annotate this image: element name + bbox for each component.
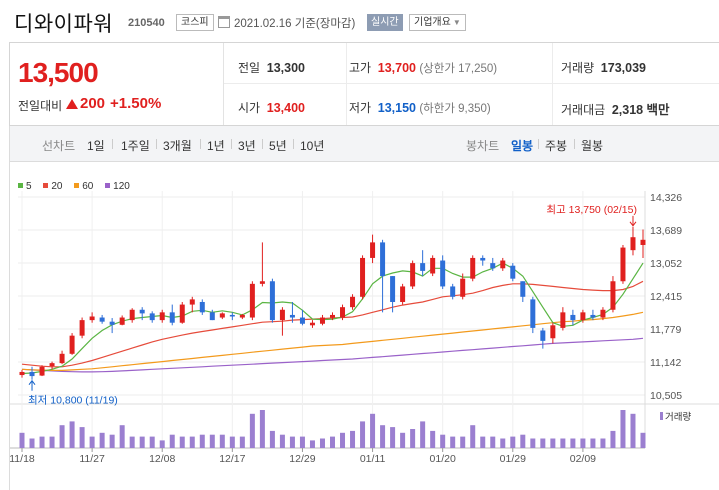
legend-swatch	[18, 183, 23, 188]
open-stat: 시가 13,400	[238, 99, 305, 116]
change-rate: +1.50%	[110, 95, 162, 112]
separator	[156, 139, 157, 149]
period-1y[interactable]: 1년	[207, 137, 225, 154]
price-info-box: 13,500 전일대비 200 +1.50% 전일 13,300 고가 13,7…	[9, 42, 719, 126]
amount-label: 거래대금	[561, 103, 606, 117]
legend-ma60-label: 60	[82, 181, 94, 192]
legend-ma120-label: 120	[113, 181, 130, 192]
low-value: 13,150	[377, 101, 416, 115]
open-value: 13,400	[266, 101, 305, 115]
prev-close-stat: 전일 13,300	[238, 59, 305, 76]
high-value: 13,700	[377, 61, 416, 75]
company-overview-label: 기업개요	[414, 17, 451, 28]
amount-stat: 거래대금 2,318 백만	[561, 99, 669, 118]
current-price-area: 13,500 전일대비 200 +1.50%	[10, 43, 224, 125]
period-1d[interactable]: 1일	[87, 137, 105, 154]
lower-limit: (하한가 9,350)	[419, 103, 491, 115]
realtime-button[interactable]: 실시간	[367, 14, 403, 31]
separator	[262, 139, 263, 149]
candle-daily[interactable]: 일봉	[511, 137, 533, 154]
legend-ma5: 5	[18, 181, 32, 192]
prev-close-value: 13,300	[266, 61, 305, 75]
period-10y[interactable]: 10년	[300, 137, 324, 154]
separator	[200, 139, 201, 149]
volume-value: 173,039	[600, 61, 646, 75]
prev-close-label: 전일	[238, 61, 261, 75]
stock-header: 디와이파워 210540 코스피 2021.02.16 기준(장마감) 실시간 …	[0, 0, 719, 42]
separator	[293, 139, 294, 149]
upper-limit: (상한가 17,250)	[419, 63, 498, 75]
legend-ma120: 120	[105, 181, 130, 192]
separator	[538, 139, 539, 149]
market-badge: 코스피	[176, 14, 214, 31]
change-label: 전일대비	[18, 99, 63, 113]
period-1w[interactable]: 1주일	[121, 137, 150, 154]
legend-ma20-label: 20	[51, 181, 63, 192]
divider	[224, 83, 719, 84]
stock-code: 210540	[128, 17, 165, 29]
high-label: 고가	[349, 61, 372, 75]
up-triangle-icon	[66, 99, 78, 109]
line-chart-label: 선차트	[42, 139, 76, 153]
candle-chart-label: 봉차트	[466, 139, 500, 153]
low-label: 저가	[349, 101, 372, 115]
high-stat: 고가 13,700 (상한가 17,250)	[349, 59, 497, 76]
divider	[346, 43, 347, 125]
chart-frame	[9, 162, 719, 490]
volume-stat: 거래량 173,039	[561, 59, 646, 76]
low-stat: 저가 13,150 (하한가 9,350)	[349, 99, 491, 116]
legend-ma60: 60	[74, 181, 93, 192]
legend-swatch	[43, 183, 49, 188]
company-overview-dropdown[interactable]: 기업개요 ▼	[409, 14, 466, 31]
amount-unit: 백만	[646, 103, 670, 117]
legend-swatch	[74, 183, 80, 188]
amount-value: 2,318	[611, 103, 644, 117]
stock-name: 디와이파워	[14, 13, 114, 36]
divider	[552, 43, 553, 125]
calendar-icon	[218, 16, 230, 28]
change-amount: 200	[80, 95, 106, 112]
candle-monthly[interactable]: 월봉	[581, 137, 603, 154]
open-label: 시가	[238, 101, 261, 115]
chart-period-bar: 선차트 1일 1주일 3개월 1년 3년 5년 10년 봉차트 일봉 주봉 월봉	[9, 126, 719, 162]
chart-legend: 5 20 60 120	[18, 181, 139, 192]
separator	[231, 139, 232, 149]
separator	[574, 139, 575, 149]
period-3y[interactable]: 3년	[238, 137, 256, 154]
candle-weekly[interactable]: 주봉	[545, 137, 567, 154]
period-5y[interactable]: 5년	[269, 137, 287, 154]
separator	[112, 139, 113, 149]
current-price: 13,500	[18, 57, 99, 88]
period-3m[interactable]: 3개월	[163, 137, 192, 154]
date-text: 2021.02.16 기준(장마감)	[234, 18, 356, 30]
chevron-down-icon: ▼	[452, 18, 461, 27]
legend-swatch	[105, 183, 111, 188]
legend-ma20: 20	[43, 181, 62, 192]
legend-ma5-label: 5	[26, 181, 32, 192]
volume-label: 거래량	[561, 61, 595, 75]
